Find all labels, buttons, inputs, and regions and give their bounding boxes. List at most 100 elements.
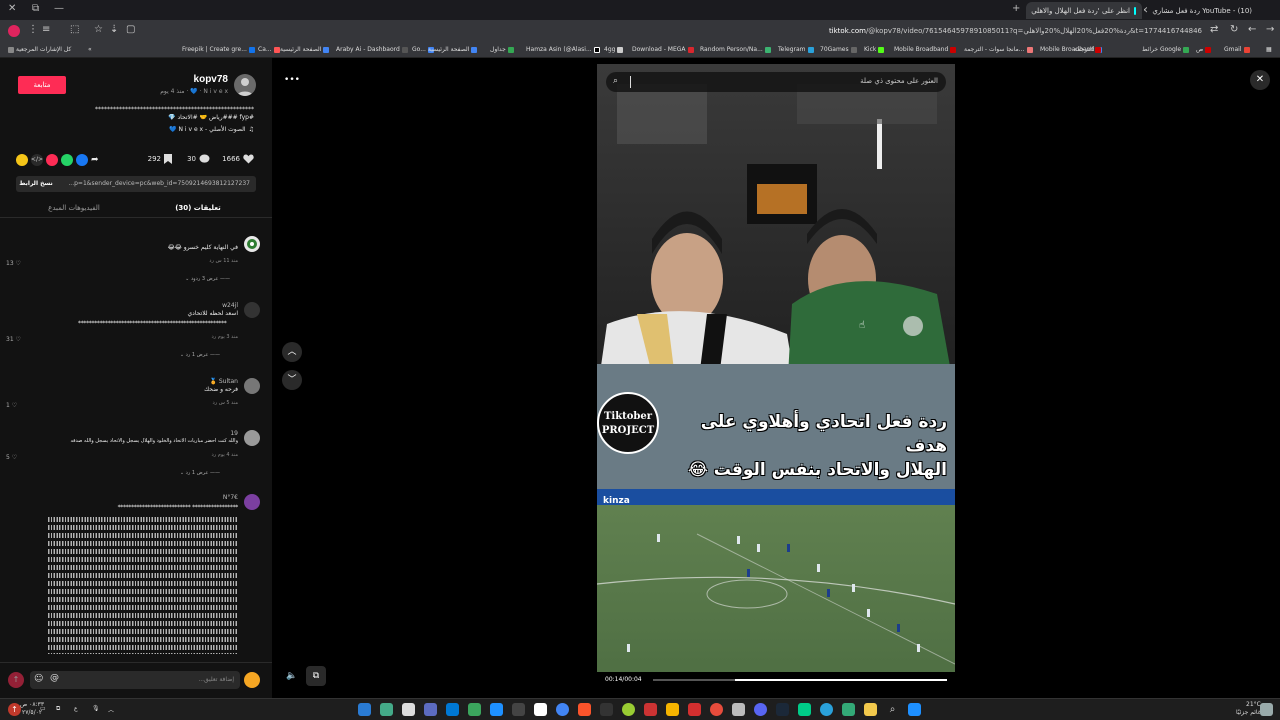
- display-icon[interactable]: ▭: [40, 705, 46, 712]
- creator-username[interactable]: kopv78: [194, 74, 228, 85]
- previous-video-button[interactable]: ︿: [282, 342, 302, 362]
- extensions-icon[interactable]: ≡: [42, 24, 50, 35]
- bookmark-star-icon[interactable]: ☆: [94, 24, 103, 35]
- bookmark-item[interactable]: Random Person/Na...: [700, 46, 771, 53]
- comment-count-button[interactable]: 30: [187, 154, 210, 164]
- send-icon[interactable]: ↑: [8, 672, 24, 688]
- bookmark-item[interactable]: الترجمة: [1074, 46, 1102, 53]
- taskbar-app-icon[interactable]: [468, 703, 481, 716]
- volume-icon[interactable]: 🔈: [282, 666, 302, 686]
- avatar[interactable]: [244, 236, 260, 252]
- comment-author[interactable]: Sultan 🏅: [209, 378, 238, 385]
- forward-icon[interactable]: →: [1266, 24, 1274, 35]
- taskbar-app-icon[interactable]: [842, 703, 855, 716]
- taskbar-app-icon[interactable]: [622, 703, 635, 716]
- download-icon[interactable]: ⇣: [110, 24, 118, 35]
- taskbar-app-icon[interactable]: [358, 703, 371, 716]
- repost-icon[interactable]: [46, 154, 58, 166]
- profile-icon[interactable]: [8, 25, 20, 37]
- discord-icon[interactable]: [754, 703, 767, 716]
- comment-like[interactable]: 1 ♡: [6, 402, 17, 409]
- view-replies-button[interactable]: —— عرض 1 رد ⌄: [180, 470, 220, 476]
- taskbar-app-icon[interactable]: [380, 703, 393, 716]
- taskbar-app-icon[interactable]: [688, 703, 701, 716]
- minimize-window-icon[interactable]: —: [54, 3, 64, 14]
- bookmark-item[interactable]: 4gg: [604, 46, 624, 53]
- comment-author[interactable]: N°7€: [223, 494, 238, 501]
- taskbar-app-icon[interactable]: [600, 703, 613, 716]
- bookmark-item[interactable]: Hamza Asin (@Alasi...: [526, 46, 600, 53]
- bookmark-item[interactable]: Gmail: [1224, 46, 1250, 53]
- file-explorer-icon[interactable]: [864, 703, 877, 716]
- progress-bar[interactable]: [653, 679, 947, 681]
- video-player[interactable]: Tiktober PROJECT kinza ردة فعل اتحادي وأ…: [597, 64, 955, 690]
- avatar[interactable]: [244, 494, 260, 510]
- mention-icon[interactable]: @: [50, 673, 59, 683]
- comment-like[interactable]: 31 ♡: [6, 336, 21, 343]
- more-options-icon[interactable]: •••: [282, 70, 302, 90]
- related-search-bar[interactable]: ⌕ العثور على محتوى ذي صلة: [606, 72, 946, 92]
- microphone-icon[interactable]: 🎙: [92, 705, 100, 712]
- share-arrow-icon[interactable]: ➦: [91, 155, 99, 165]
- taskbar-app-icon[interactable]: [534, 703, 547, 716]
- bookmark-item[interactable]: Kick: [864, 46, 885, 53]
- taskbar-app-icon[interactable]: [402, 703, 415, 716]
- pip-icon[interactable]: ⧉: [306, 666, 326, 686]
- bookmark-item[interactable]: Download - MEGA: [632, 46, 694, 53]
- bookmark-item[interactable]: Telegram: [778, 46, 814, 53]
- bookmark-item[interactable]: Freepik | Create gre...: [182, 46, 255, 53]
- next-video-button[interactable]: ﹀: [282, 370, 302, 390]
- coin-icon[interactable]: [16, 154, 28, 166]
- taskbar-app-icon[interactable]: [512, 703, 525, 716]
- close-window-icon[interactable]: ✕: [8, 3, 16, 14]
- comment-input[interactable]: إضافة تعليق...: [30, 671, 240, 689]
- bookmark-item[interactable]: Araby Ai - Dashbaord: [336, 46, 408, 53]
- bookmark-item[interactable]: جداول: [490, 46, 514, 53]
- bookmark-item[interactable]: ص: [1196, 46, 1212, 53]
- address-bar[interactable]: tiktok.com/@kopv78/video/761546459789108…: [270, 23, 1208, 39]
- save-button[interactable]: 292: [148, 154, 172, 164]
- bookmark-item[interactable]: مانجا سوات - الترجمة...: [964, 46, 1033, 53]
- copy-link-button[interactable]: نسخ الرابط: [16, 176, 56, 192]
- close-tab-icon[interactable]: ✕: [1144, 6, 1148, 16]
- caption-hashtags[interactable]: #fyp ###رياض 🤝 #الاتحاد 💎: [168, 114, 254, 121]
- search-icon[interactable]: ⌕: [886, 703, 899, 716]
- comment-like[interactable]: 13 ♡: [6, 260, 21, 267]
- close-tab-icon[interactable]: ✕: [1026, 6, 1027, 16]
- comment-author[interactable]: 19: [230, 430, 238, 437]
- share-link-url[interactable]: ...p=1&sender_device=pc&web_id=750921469…: [56, 176, 256, 192]
- facebook-icon[interactable]: [76, 154, 88, 166]
- avatar[interactable]: [244, 378, 260, 394]
- taskbar-app-icon[interactable]: [798, 703, 811, 716]
- reload-icon[interactable]: ↻: [1230, 24, 1238, 35]
- weather-icon[interactable]: [1260, 703, 1273, 716]
- taskbar-app-icon[interactable]: [644, 703, 657, 716]
- like-button[interactable]: 1666: [222, 154, 254, 164]
- restore-window-icon[interactable]: ⧉: [32, 3, 39, 14]
- share-icon[interactable]: ⬚: [70, 24, 79, 35]
- chrome-icon[interactable]: [556, 703, 569, 716]
- menu-icon[interactable]: ⋮: [28, 24, 38, 35]
- taskbar-app-icon[interactable]: [732, 703, 745, 716]
- avatar[interactable]: [244, 302, 260, 318]
- sound-link[interactable]: ♫ الصوت الأصلي - N i v e x 💙: [169, 126, 254, 133]
- bookmark-item[interactable]: 70Games: [820, 46, 857, 53]
- all-bookmarks[interactable]: كل الإشارات المرجعية: [8, 46, 71, 53]
- bookmark-item[interactable]: خرائط Google: [1142, 46, 1190, 53]
- tab-comments[interactable]: تعليقات (30): [136, 200, 260, 218]
- view-replies-button[interactable]: —— عرض 3 ردود ⌄: [185, 276, 230, 282]
- taskbar-app-icon[interactable]: [446, 703, 459, 716]
- taskbar-app-icon[interactable]: [666, 703, 679, 716]
- back-icon[interactable]: ←: [1248, 24, 1256, 35]
- start-icon[interactable]: [908, 703, 921, 716]
- follow-button[interactable]: متابعة: [18, 76, 66, 94]
- steam-icon[interactable]: [776, 703, 789, 716]
- close-video-button[interactable]: ✕: [1250, 70, 1270, 90]
- new-tab-icon[interactable]: +: [1012, 3, 1020, 14]
- tab-youtube[interactable]: YouTube - (10) ردة فعل مشاري ✕: [1144, 2, 1262, 19]
- comment-author[interactable]: w24jl: [222, 302, 238, 309]
- taskbar-app-icon[interactable]: [490, 703, 503, 716]
- emoji-icon[interactable]: ☺: [34, 674, 43, 684]
- bookmark-item[interactable]: Mobile Broadband: [894, 46, 957, 53]
- comment-like[interactable]: 5 ♡: [6, 454, 17, 461]
